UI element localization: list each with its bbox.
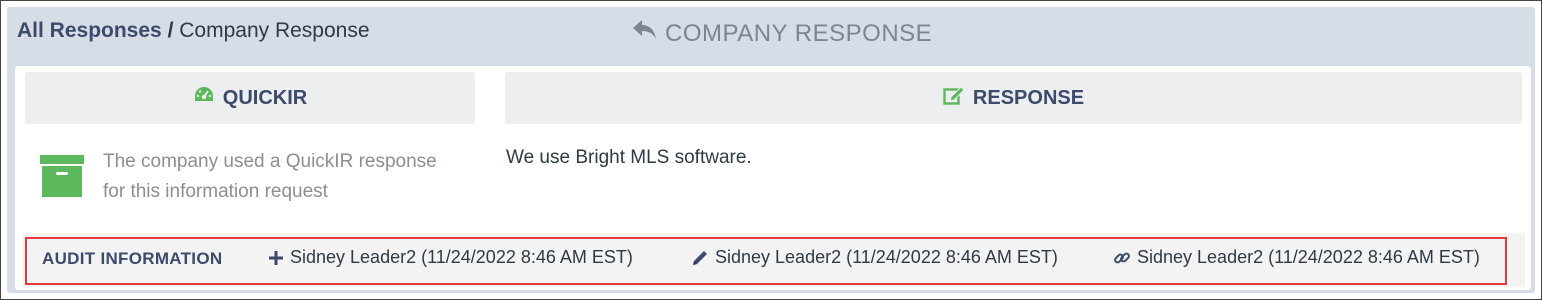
archive-icon xyxy=(39,153,85,199)
breadcrumb-all-responses-link[interactable]: All Responses xyxy=(17,19,162,42)
response-text: We use Bright MLS software. xyxy=(506,147,752,168)
quickir-notice: The company used a QuickIR response for … xyxy=(39,147,479,207)
tab-response-label: RESPONSE xyxy=(972,86,1085,109)
audit-created-text: Sidney Leader2 (11/24/2022 8:46 AM EST) xyxy=(290,247,633,267)
quickir-line-1: The company used a QuickIR response xyxy=(103,151,437,172)
audit-label: AUDIT INFORMATION xyxy=(42,249,223,268)
tab-quickir[interactable]: QUICKIR xyxy=(25,72,475,124)
tab-quickir-label: QUICKIR xyxy=(222,86,308,109)
page-title: COMPANY RESPONSE xyxy=(631,18,932,49)
tab-response[interactable]: RESPONSE xyxy=(505,72,1522,124)
page-title-text: COMPANY RESPONSE xyxy=(665,19,933,47)
breadcrumb-separator: / xyxy=(167,19,174,42)
audit-linked-text: Sidney Leader2 (11/24/2022 8:46 AM EST) xyxy=(1137,247,1480,267)
quickir-description: The company used a QuickIR response for … xyxy=(103,147,483,207)
quickir-line-2: for this information request xyxy=(103,181,328,202)
plus-icon xyxy=(268,250,284,266)
breadcrumb-current: Company Response xyxy=(179,19,370,42)
dashboard-icon xyxy=(193,85,215,111)
panel-header: All Responses / Company Response COMPANY… xyxy=(7,7,1535,63)
audit-edited-text: Sidney Leader2 (11/24/2022 8:46 AM EST) xyxy=(715,247,1058,267)
response-content: QUICKIR RESPONSE The company used a Quic… xyxy=(15,66,1531,290)
audit-linked: Sidney Leader2 (11/24/2022 8:46 AM EST) xyxy=(1113,247,1480,268)
pencil-icon xyxy=(691,249,709,267)
screenshot-frame: All Responses / Company Response COMPANY… xyxy=(0,0,1542,300)
reply-icon[interactable] xyxy=(631,18,659,49)
audit-edited: Sidney Leader2 (11/24/2022 8:46 AM EST) xyxy=(691,247,1058,268)
breadcrumb: All Responses / Company Response xyxy=(17,19,370,43)
link-icon xyxy=(1113,249,1131,267)
company-response-panel: All Responses / Company Response COMPANY… xyxy=(7,7,1535,293)
audit-information-bar: AUDIT INFORMATION Sidney Leader2 (11/24/… xyxy=(23,233,1525,287)
audit-created: Sidney Leader2 (11/24/2022 8:46 AM EST) xyxy=(268,247,633,268)
edit-icon xyxy=(943,85,965,111)
